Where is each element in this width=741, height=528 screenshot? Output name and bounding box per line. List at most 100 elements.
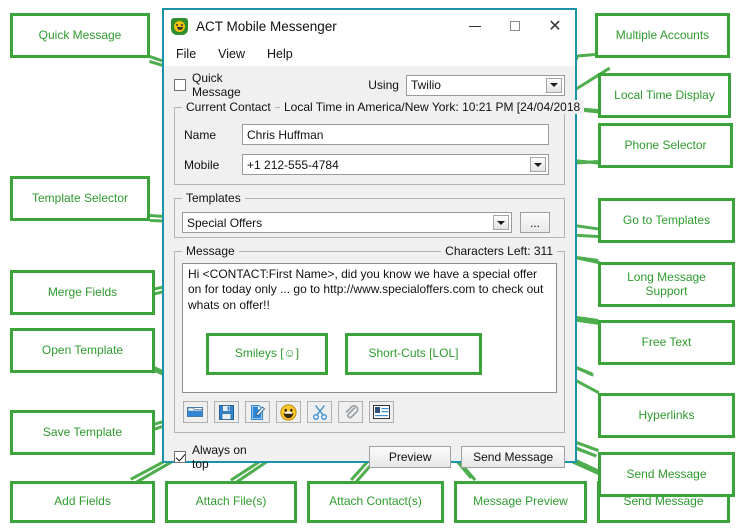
annotation-label: Add Fields [54,494,111,509]
always-on-top-checkbox[interactable] [174,451,186,463]
quick-message-row: Quick Message Using Twilio [174,71,565,99]
annotation-local-time-display: Local Time Display [598,73,731,118]
quick-message-checkbox[interactable] [174,79,186,91]
annotation-label: Quick Message [38,27,122,42]
go-to-templates-label: ... [529,215,540,230]
annotation-long-message: Long Message Support [598,262,735,307]
annotation-label: Go to Templates [622,212,711,227]
annotation-label: Message Preview [473,494,568,509]
app-smiley-icon [171,17,188,35]
chevron-down-icon[interactable] [530,157,546,172]
annotation-label: Local Time Display [614,87,715,102]
mobile-number-value: +1 212-555-4784 [247,157,339,172]
contact-name-field[interactable]: Chris Huffman [242,124,549,145]
annotation-merge-fields: Merge Fields [10,270,155,315]
annotation-send-message-right: Send Message [598,452,735,497]
message-title: Message [182,244,239,258]
annotation-label: Free Text [641,334,692,349]
attach-contact-button[interactable] [369,401,394,423]
go-to-templates-button[interactable]: ... [520,212,550,233]
add-fields-button[interactable] [245,401,270,423]
contact-name-value: Chris Huffman [247,127,324,142]
annotation-hyperlinks: Hyperlinks [598,393,735,438]
send-message-button[interactable]: Send Message [461,446,565,468]
mobile-label: Mobile [184,157,220,172]
menu-item-view[interactable]: View [218,47,245,61]
footer-row: Always on top Preview Send Message [174,443,565,471]
client-area: Quick Message Using Twilio Current Conta… [164,66,585,471]
annotation-open-template: Open Template [10,328,155,373]
annotation-label: Send Message [626,466,707,481]
message-text: Hi <CONTACT:First Name>, did you know we… [188,267,544,312]
floppy-icon [219,404,234,420]
annotation-label: Phone Selector [624,137,707,152]
menu-bar: File View Help [164,42,575,66]
annotation-short-cuts: Short-Cuts [LOL] [345,333,482,375]
menu-item-help[interactable]: Help [267,47,293,61]
annotation-label: Hyperlinks [638,407,695,422]
templates-group: Templates Special Offers ... [174,191,565,238]
annotation-label: Multiple Accounts [615,27,710,42]
templates-title: Templates [182,191,245,205]
paperclip-icon [345,405,358,419]
annotation-attach-contacts: Attach Contact(s) [307,481,444,523]
annotation-free-text: Free Text [598,320,735,365]
chevron-down-icon[interactable] [493,215,509,230]
current-contact-title: Current Contact [182,100,275,114]
attach-file-button[interactable] [338,401,363,423]
save-template-button[interactable] [214,401,239,423]
annotation-label: Long Message Support [627,269,706,298]
local-time-label: Local Time in America/New York: 10:21 PM… [280,100,585,114]
edit-document-icon [251,404,265,420]
window-title: ACT Mobile Messenger [196,18,337,34]
template-selector-value: Special Offers [187,215,263,230]
title-bar: ACT Mobile Messenger ✕ [164,10,575,42]
app-window: ACT Mobile Messenger ✕ File View Help Qu… [162,8,585,471]
menu-item-file[interactable]: File [176,47,196,61]
template-selector-combo[interactable]: Special Offers [182,212,512,233]
close-button[interactable]: ✕ [535,11,575,41]
send-message-label: Send Message [473,450,554,464]
annotation-label: Send Message [623,494,704,509]
mobile-number-combo[interactable]: +1 212-555-4784 [242,154,549,175]
smiley-icon [280,403,297,421]
open-template-button[interactable] [183,401,208,423]
message-toolbar [183,401,564,423]
smileys-button[interactable] [276,401,301,423]
annotation-label: Merge Fields [47,284,118,299]
annotation-label: Save Template [42,424,123,439]
annotation-save-template: Save Template [10,410,155,455]
annotation-smileys: Smileys [☺] [206,333,328,375]
annotation-message-preview: Message Preview [454,481,587,523]
always-on-top-label: Always on top [192,443,247,471]
preview-button[interactable]: Preview [369,446,452,468]
name-row: Name Chris Huffman [184,124,564,145]
using-label: Using [368,78,399,92]
current-contact-group: Current Contact Local Time in America/Ne… [174,100,585,185]
annotation-label: Attach Contact(s) [329,494,422,509]
annotation-go-to-templates: Go to Templates [598,198,735,243]
using-account-combo[interactable]: Twilio [405,74,565,96]
annotation-label: Short-Cuts [LOL] [368,346,459,361]
short-cuts-button[interactable] [307,401,332,423]
annotation-template-selector: Template Selector [10,176,150,221]
scissors-icon [312,405,327,420]
templates-row: Special Offers ... [182,212,564,233]
annotation-multiple-accounts: Multiple Accounts [595,13,730,58]
folder-icon [187,407,203,417]
minimize-button[interactable] [455,11,495,41]
using-account-value: Twilio [410,78,441,92]
preview-label: Preview [388,450,432,464]
annotation-phone-selector: Phone Selector [598,123,733,168]
chevron-down-icon[interactable] [546,77,562,93]
annotation-add-fields: Add Fields [10,481,155,523]
contact-card-icon [373,405,390,419]
name-label: Name [184,127,217,142]
close-icon: ✕ [548,16,562,35]
annotation-label: Open Template [41,342,124,357]
annotation-label: Template Selector [31,190,129,205]
characters-left-label: Characters Left: 311 [441,244,557,258]
maximize-button[interactable] [495,11,535,41]
annotation-attach-files: Attach File(s) [165,481,297,523]
annotation-label: Attach File(s) [195,494,267,509]
